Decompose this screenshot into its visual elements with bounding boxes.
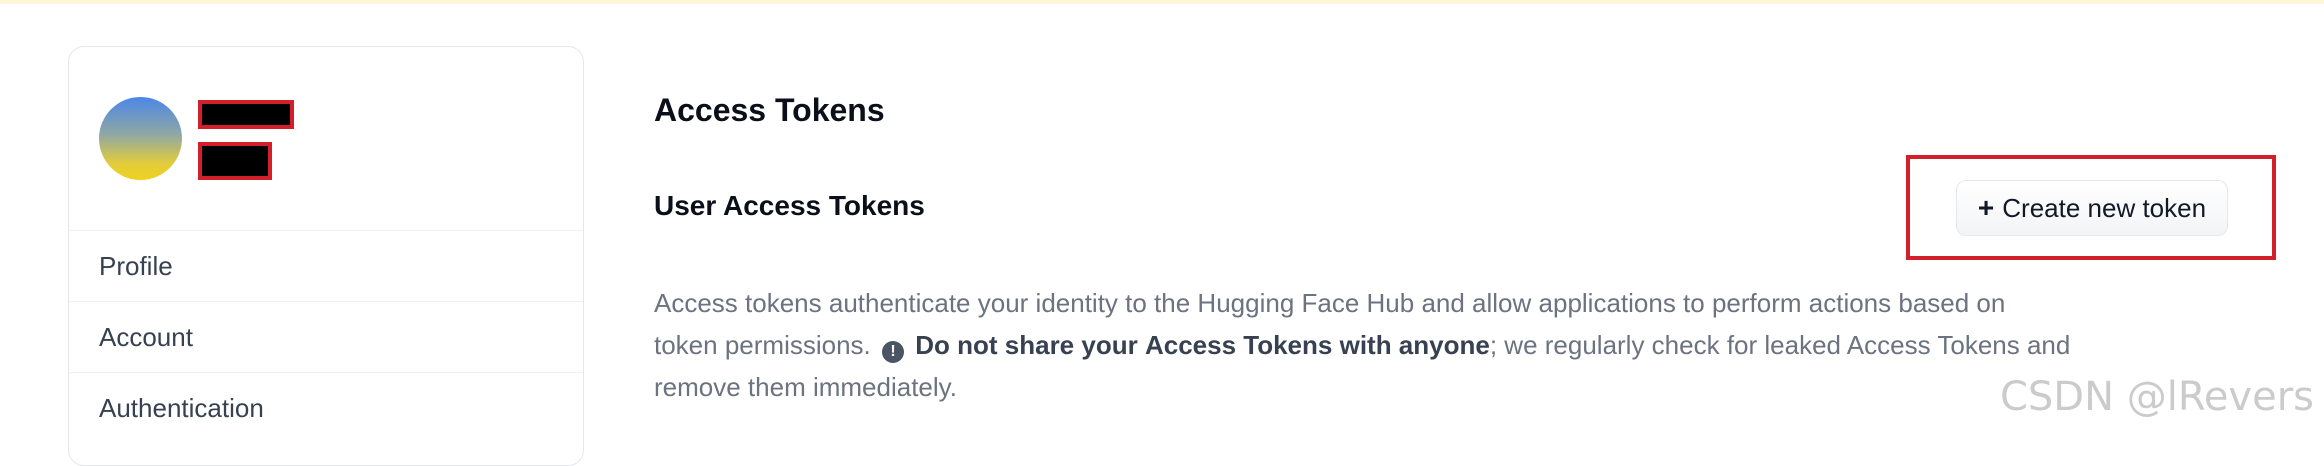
top-strip — [0, 0, 2324, 4]
sidebar-item-account[interactable]: Account — [69, 301, 583, 372]
redacted-username — [198, 100, 294, 129]
settings-nav: Profile Account Authentication — [69, 230, 583, 443]
sidebar-item-authentication[interactable]: Authentication — [69, 372, 583, 443]
sidebar-item-profile[interactable]: Profile — [69, 230, 583, 301]
section-title: User Access Tokens — [654, 190, 925, 221]
create-new-token-button[interactable]: + Create new token — [1956, 180, 2228, 236]
warning-icon: ! — [882, 341, 904, 363]
create-new-token-label: Create new token — [2002, 192, 2207, 223]
sidebar-item-label: Profile — [99, 250, 173, 281]
warning-bold-3: with anyone — [1339, 330, 1490, 360]
warning-bold-2: Access Tokens — [1144, 330, 1333, 360]
avatar[interactable] — [99, 97, 182, 180]
plus-icon: + — [1977, 192, 1995, 223]
warning-bold-1: Do not share your — [915, 330, 1138, 360]
access-token-description: Access tokens authenticate your identity… — [654, 282, 2074, 408]
user-block — [69, 47, 583, 230]
watermark: CSDN @lRevers — [1999, 374, 2314, 420]
page-title: Access Tokens — [654, 92, 885, 128]
sidebar-item-label: Authentication — [99, 392, 264, 423]
settings-sidebar: Profile Account Authentication — [68, 46, 584, 466]
sidebar-item-label: Account — [99, 321, 193, 352]
redacted-handle — [198, 142, 272, 180]
